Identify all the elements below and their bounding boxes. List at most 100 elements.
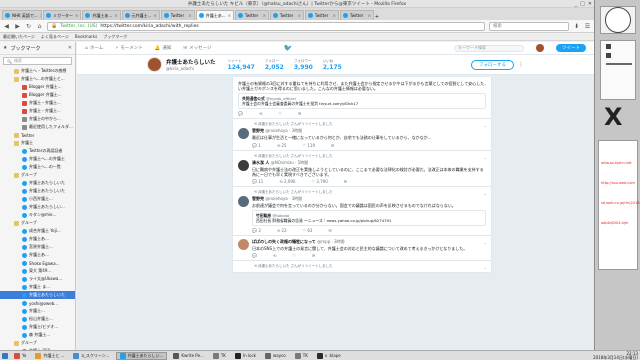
browser-tab[interactable]: Twitter ×	[160, 10, 195, 20]
sidebar-bookmark-item[interactable]: 弁護士・弁護士...	[0, 99, 75, 107]
sidebar-bookmark-item[interactable]: 東大 第49...	[0, 267, 75, 275]
profile-stat[interactable]: いいね 2,175	[323, 59, 342, 71]
sidebar-bookmark-item[interactable]: 松山弁護士...	[0, 315, 75, 323]
twitter-bird-icon[interactable]: 🐦	[284, 44, 293, 52]
sidebar-bookmark-item[interactable]: 小西弁護士...	[0, 195, 75, 203]
sidebar-bookmark-item[interactable]: 弁護士	[0, 139, 75, 147]
sidebar-bookmark-item[interactable]: Twitterの再認証者	[0, 147, 75, 155]
taskbar-item[interactable]: 弁護士あたらしい...	[115, 351, 168, 360]
tweet-author-name[interactable]: 菅野完	[252, 128, 265, 133]
avatar[interactable]	[238, 239, 249, 251]
home-icon[interactable]: ⌂	[36, 23, 43, 30]
avatar[interactable]	[147, 57, 162, 72]
browser-tab[interactable]: NHK 英語で...×	[2, 10, 42, 20]
reply-button[interactable]: 💬 11	[252, 179, 263, 184]
download-icon[interactable]: ⬇	[573, 23, 580, 30]
sidebar-bookmark-item[interactable]: 宮原弁護士...	[0, 243, 75, 251]
sidebar-bookmark-item[interactable]: 弁護士へ...の一覧	[0, 163, 75, 171]
taskbar-item[interactable]: In lock	[232, 352, 259, 360]
profile-stat[interactable]: フォロワー 3,990	[294, 59, 313, 71]
avatar[interactable]	[238, 159, 249, 171]
like-button[interactable]: ♡ 63	[303, 228, 313, 233]
sidebar-bookmark-item[interactable]: 弁護士あたらしいた	[0, 291, 75, 299]
tweet-author-name[interactable]: ぱぱのしの失く政権の犠牲になって	[252, 239, 317, 244]
tweet[interactable]: ⟲ 弁護士あたらしいた さんがリツイートしました ⌄ 菅野完 @noiehoya ·…	[232, 119, 492, 151]
sidebar-bookmark-item[interactable]: グループ	[0, 171, 75, 179]
sidebar-bookmark-item[interactable]: 森 弁護士...	[0, 331, 75, 339]
taskbar-item[interactable]: a_スクリーン...	[70, 352, 112, 360]
tab-close-icon[interactable]: ×	[188, 13, 191, 18]
sidebar-bookmark-item[interactable]: キタン@mie...	[0, 211, 75, 219]
minimize-icon[interactable]: _	[575, 1, 578, 7]
avatar[interactable]	[238, 128, 249, 140]
browser-tab[interactable]: Twitter ×	[269, 10, 304, 20]
sidebar-bookmark-item[interactable]: 弁護士へ...の弁護士	[0, 155, 75, 163]
sidebar-bookmark-item[interactable]: 弁護士...	[0, 307, 75, 315]
taskbar-item[interactable]: Kwrite Pe...	[170, 352, 207, 360]
chevron-down-icon[interactable]: ⌄	[484, 265, 487, 270]
retweet-button[interactable]: ⟲ 25	[277, 143, 287, 148]
profile-stat[interactable]: フォロー 2,052	[265, 59, 284, 71]
tab-close-icon[interactable]: ×	[114, 13, 117, 18]
reply-button[interactable]: 💬 3	[252, 228, 261, 233]
sidebar-bookmark-item[interactable]: 弁護士あたらしいた	[0, 179, 75, 187]
sidebar-bookmark-item[interactable]: 成合弁護士 Yoji...	[0, 227, 75, 235]
nav-notifications[interactable]: 🔔 通知	[155, 45, 172, 52]
tab-close-icon[interactable]: ×	[228, 13, 231, 18]
dm-icon[interactable]: ✉	[344, 179, 347, 184]
sidebar-bookmark-item[interactable]: 弁護士へ・Twitterの感想	[0, 67, 75, 75]
tab-close-icon[interactable]: ×	[263, 13, 266, 18]
dm-icon[interactable]: ✉	[331, 143, 334, 148]
nav-moments[interactable]: ⚡ モーメント	[115, 45, 143, 52]
search-box[interactable]: 検索	[489, 21, 569, 31]
reply-button[interactable]: 💬 1	[252, 143, 261, 148]
chevron-down-icon[interactable]: ⌄	[484, 123, 487, 128]
chevron-down-icon[interactable]: ⌄	[484, 155, 487, 160]
sidebar-close-icon[interactable]: ✕	[68, 45, 72, 51]
reply-button[interactable]: 💬	[238, 111, 243, 116]
browser-tab[interactable]: Twitter ×	[234, 10, 269, 20]
quoted-tweet[interactable]: 共同通信公式 @kyodo_official 弁護士会の弁護士会審査委員の弁護士を…	[238, 93, 486, 110]
sidebar-bookmark-item[interactable]: グループ	[0, 339, 75, 347]
tweet-author-name[interactable]: 清水潔 人	[252, 160, 271, 165]
taskbar-item[interactable]: wayco	[262, 352, 289, 360]
sidebar-bookmark-item[interactable]: 弁護士あたらしい...	[0, 203, 75, 211]
tweet[interactable]: ⟲ 弁護士あたらしいた さんがリツイートしました ⌄ 菅野完 @noiehoya ·…	[232, 187, 492, 237]
more-options-icon[interactable]: ⋮	[518, 61, 524, 68]
close-icon[interactable]: ✕	[588, 1, 592, 7]
retweet-button[interactable]: ⟲ 23	[277, 228, 287, 233]
tweet[interactable]: ⌄ ぱぱのしの失く政権の犠牲になって @mpp · 3時間 日本のSNS上での弁護士…	[232, 236, 492, 262]
retweet-button[interactable]: ⟲ 2,090	[279, 179, 295, 184]
sidebar-bookmark-item[interactable]: グループ	[0, 219, 75, 227]
like-button[interactable]: ♡ 3,790	[311, 179, 327, 184]
browser-tab[interactable]: ミガ一ター ×	[43, 10, 82, 20]
start-menu-icon[interactable]	[2, 352, 8, 359]
tab-close-icon[interactable]: ×	[153, 13, 156, 18]
nav-home[interactable]: ⌂ ホーム	[85, 45, 103, 52]
tweet[interactable]: ⟲ 弁護士あたらしいた さんがリツイートしました ⌄ 清水潔 人 @NOsimizu…	[232, 150, 492, 188]
browser-tab[interactable]: Twitter ×	[304, 10, 339, 20]
chevron-down-icon[interactable]: ⌄	[484, 81, 487, 86]
like-button[interactable]: ♡	[278, 111, 282, 116]
sidebar-bookmark-item[interactable]: yoshi@oweb...	[0, 299, 75, 307]
back-icon[interactable]: ◀	[3, 23, 10, 30]
like-button[interactable]: ♡	[292, 253, 296, 258]
sidebar-bookmark-item[interactable]: Twitter	[0, 131, 75, 139]
taskbar-item[interactable]: x :klape	[314, 352, 344, 360]
taskbar-clock[interactable]: 22:13 2018年3月14日(水曜日)	[593, 351, 638, 360]
url-bar[interactable]: 🔒 Twitter, Inc. (US) https://twitter.com…	[47, 21, 485, 31]
tweet-button[interactable]: ツイート	[556, 44, 586, 52]
tweet[interactable]: ⌄ 弁護士の有資格の3回に対する重ねてを持ちに利用させ、また弁護士会から指定させる…	[232, 77, 492, 120]
maximize-icon[interactable]: □	[580, 1, 585, 7]
sidebar-bookmark-item[interactable]: 弁護士あたらしいた	[0, 187, 75, 195]
nav-messages[interactable]: ✉ メッセージ	[183, 45, 211, 52]
retweet-button[interactable]: ⟲	[259, 111, 262, 116]
dm-icon[interactable]: ✉	[312, 253, 315, 258]
reply-button[interactable]: 💬	[252, 253, 257, 258]
tab-close-icon[interactable]: ×	[298, 13, 301, 18]
sidebar-bookmark-item[interactable]: 弁護士/ビデオ...	[0, 323, 75, 331]
sidebar-bookmark-item[interactable]: Shoko Egawa...	[0, 259, 75, 267]
menu-icon[interactable]: ☰	[584, 23, 591, 30]
tab-close-icon[interactable]: ×	[333, 13, 336, 18]
browser-tab[interactable]: 元弁護士... ×	[121, 10, 160, 20]
